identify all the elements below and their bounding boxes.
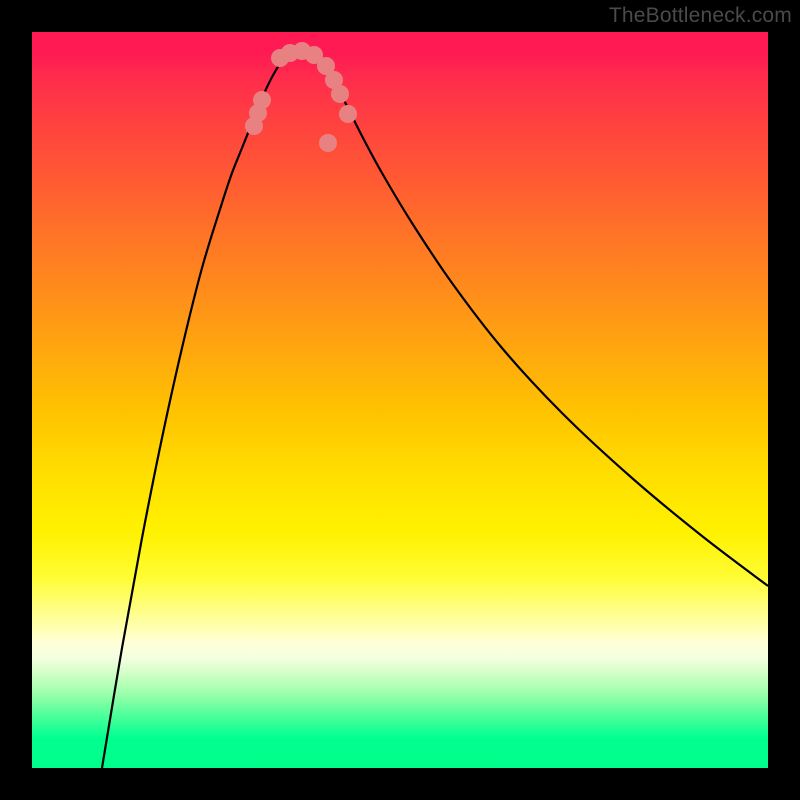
left-curve <box>102 58 284 768</box>
chart-plot-area <box>32 32 768 768</box>
marker-group <box>245 42 357 152</box>
watermark-text: TheBottleneck.com <box>609 4 792 28</box>
right-curve <box>320 58 768 586</box>
marker-dot <box>319 134 337 152</box>
marker-dot <box>253 91 271 109</box>
chart-svg <box>32 32 768 768</box>
curve-group <box>102 58 768 768</box>
marker-dot <box>331 85 349 103</box>
marker-dot <box>339 105 357 123</box>
